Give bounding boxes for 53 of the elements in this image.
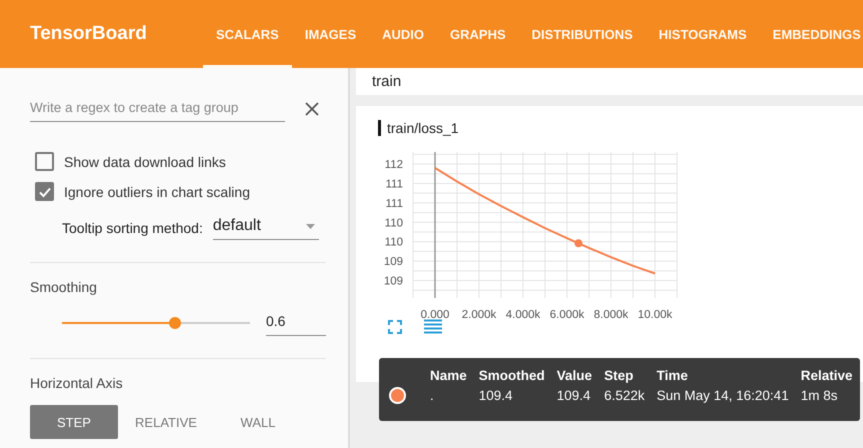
title-marker-icon [378,120,381,136]
section-label: Horizontal Axis [30,375,124,391]
group-header[interactable]: train [356,68,863,95]
checkbox-label: Show data download links [64,154,226,170]
column-header: Smoothed [478,366,557,385]
x-tick-label: 8.000k [594,309,628,321]
x-tick-label: 2.000k [462,309,496,321]
smoothing-field[interactable]: 0.6 [266,309,326,336]
app-title: TensorBoard [30,23,148,45]
column-header: Name [430,366,479,385]
x-tick-label: 10.00k [638,309,672,321]
sorting-dropdown[interactable]: default [212,215,319,240]
axis-option-button[interactable]: WALL [214,405,302,439]
list-icon[interactable] [424,319,442,334]
column-header: Relative [800,367,854,385]
column-header: Value [556,367,594,385]
nav-tab[interactable]: AUDIO [369,0,438,68]
nav-tab[interactable]: GRAPHS [437,0,519,68]
x-tick-label: 0.000 [420,309,450,321]
y-tick-label: 109 [384,276,403,288]
table-cell-text: . [430,387,435,405]
y-tick-label: 109 [384,256,403,268]
sorting-label: Tooltip sorting method: [62,220,203,236]
table-cell-text: 1m 8s [800,387,838,405]
y-tick-label: 110 [384,236,403,249]
x-tick-label: 6.000k [550,309,584,321]
nav-tab[interactable]: EMBEDDINGS [760,0,863,68]
column-header: Time [656,367,689,385]
y-tick-label: 112 [384,159,403,172]
slider-thumb[interactable] [168,316,181,328]
nav-tab[interactable]: DISTRIBUTIONS [518,0,646,68]
y-tick-label: 111 [386,178,403,190]
table-cell-text: Sun May 14, 16:20:41 [656,387,790,405]
checkbox[interactable] [35,182,54,201]
fullscreen-icon[interactable] [388,320,402,334]
nav-tab[interactable]: HISTOGRAMS [646,0,760,68]
table-cell-text: 109.4 [556,387,592,405]
y-tick-label: 110 [384,217,403,230]
y-tick-label: 111 [386,198,403,210]
table-cell-text: 109.4 [478,387,514,405]
axis-option-button[interactable]: STEP [30,405,118,439]
nav-tab[interactable]: IMAGES [292,0,370,68]
regex-field[interactable]: Write a regex to create a tag group [30,96,285,122]
checkbox[interactable] [35,152,54,171]
chart-title: train/loss_1 [387,120,459,136]
axis-option-button[interactable]: RELATIVE [122,405,210,439]
caret-icon [306,224,315,228]
column-header: Step [604,366,657,385]
table-cell-text: 6.522k [604,387,646,405]
checkbox-label: Ignore outliers in chart scaling [64,184,250,200]
section-label: Smoothing [30,279,98,295]
x-tick-label: 4.000k [506,309,540,321]
close-icon[interactable] [305,102,319,116]
